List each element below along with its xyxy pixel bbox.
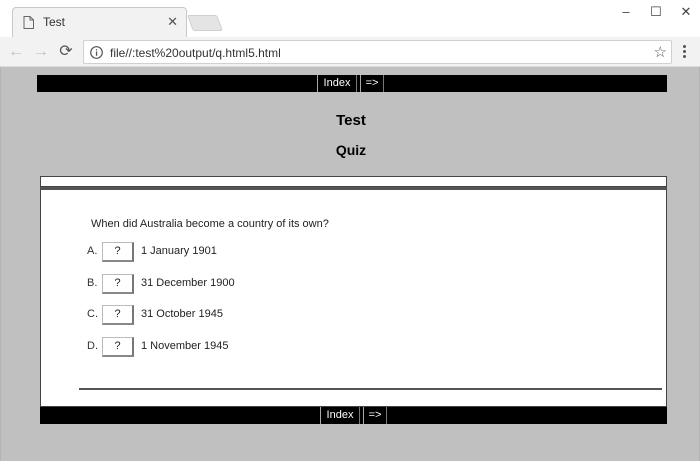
answer-letter: C.	[87, 308, 98, 320]
answer-a-button[interactable]: ?	[102, 242, 134, 262]
browser-tab[interactable]: Test ✕	[12, 7, 187, 37]
answer-text: 1 November 1945	[141, 340, 229, 352]
answer-text: 31 October 1945	[141, 308, 223, 320]
tab-strip: Test ✕ – ☐ ✕	[0, 0, 700, 37]
reload-icon[interactable]: ⟳	[56, 41, 76, 63]
answer-d-button[interactable]: ?	[102, 337, 134, 357]
menu-dots-icon[interactable]	[679, 44, 689, 62]
page-icon	[23, 16, 34, 29]
next-link[interactable]: =>	[360, 75, 384, 92]
forward-arrow-icon[interactable]: →	[31, 41, 51, 63]
close-window-icon[interactable]: ✕	[676, 4, 696, 20]
page-subtitle: Quiz	[335, 142, 367, 158]
info-icon[interactable]	[90, 46, 103, 59]
answer-letter: B.	[87, 277, 98, 289]
answer-b-button[interactable]: ?	[102, 274, 134, 294]
index-link[interactable]: Index	[320, 407, 360, 424]
top-nav-bar: Index =>	[37, 75, 667, 92]
back-arrow-icon[interactable]: ←	[6, 41, 26, 63]
index-link[interactable]: Index	[317, 75, 357, 92]
address-bar[interactable]: file//:test%20output/q.html5.html ☆	[83, 40, 672, 64]
answer-c-button[interactable]: ?	[102, 305, 134, 325]
page-title: Test	[336, 112, 366, 129]
new-tab-button[interactable]	[187, 15, 223, 31]
tab-title: Test	[43, 15, 66, 29]
answer-letter: D.	[87, 340, 98, 352]
answer-text: 31 December 1900	[141, 277, 235, 289]
minimize-icon[interactable]: –	[616, 4, 636, 20]
maximize-icon[interactable]: ☐	[646, 4, 666, 20]
question-text: When did Australia become a country of i…	[91, 218, 329, 230]
answer-letter: A.	[87, 245, 98, 257]
close-tab-icon[interactable]: ✕	[167, 14, 178, 30]
header-panel	[40, 176, 667, 187]
browser-toolbar: ← → ⟳ file//:test%20output/q.html5.html …	[0, 37, 700, 67]
quiz-panel: When did Australia become a country of i…	[40, 187, 667, 407]
answer-text: 1 January 1901	[141, 245, 217, 257]
next-link[interactable]: =>	[363, 407, 387, 424]
bottom-nav-bar: Index =>	[40, 407, 667, 424]
divider	[79, 388, 662, 390]
url-text[interactable]: file//:test%20output/q.html5.html	[110, 46, 281, 60]
bookmark-star-icon[interactable]: ☆	[654, 43, 667, 61]
page-viewport: Index => Test Quiz When did Australia be…	[0, 67, 700, 461]
